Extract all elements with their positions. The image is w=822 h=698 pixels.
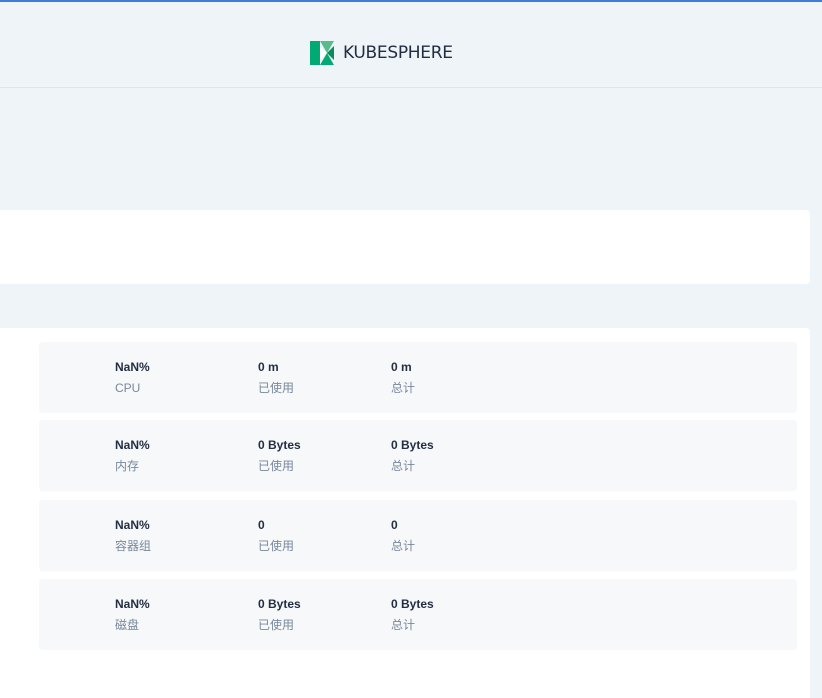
cpu-total-metric: 0 m 总计 xyxy=(391,359,415,396)
pods-used-value: 0 xyxy=(258,518,265,532)
logo-text: KUBESPHERE xyxy=(343,43,453,63)
disk-used-metric: 0 Bytes 已使用 xyxy=(258,596,301,633)
pods-label: 容器组 xyxy=(115,539,152,553)
disk-percent-metric: NaN% 磁盘 xyxy=(115,596,150,633)
cpu-label: CPU xyxy=(115,381,141,395)
resource-row-cpu: NaN% CPU 0 m 已使用 0 m 总计 xyxy=(39,342,797,413)
pods-total-value: 0 xyxy=(391,518,398,532)
cpu-percent-metric: NaN% CPU xyxy=(115,359,150,396)
pods-total-metric: 0 总计 xyxy=(391,517,415,554)
header-bar: KUBESPHERE xyxy=(0,2,822,88)
disk-total-label: 总计 xyxy=(391,618,416,632)
kubesphere-logo[interactable]: KUBESPHERE xyxy=(307,38,453,68)
right-gutter xyxy=(810,88,822,698)
pods-used-metric: 0 已使用 xyxy=(258,517,294,554)
info-card xyxy=(0,210,810,284)
memory-percent-metric: NaN% 内存 xyxy=(115,437,150,474)
memory-used-value: 0 Bytes xyxy=(258,438,301,452)
memory-used-label: 已使用 xyxy=(258,459,295,473)
cpu-used-metric: 0 m 已使用 xyxy=(258,359,294,396)
cpu-total-label: 总计 xyxy=(391,381,416,395)
pods-percent-value: NaN% xyxy=(115,518,150,532)
memory-used-metric: 0 Bytes 已使用 xyxy=(258,437,301,474)
disk-total-metric: 0 Bytes 总计 xyxy=(391,596,434,633)
pods-used-label: 已使用 xyxy=(258,539,295,553)
disk-used-value: 0 Bytes xyxy=(258,597,301,611)
disk-total-value: 0 Bytes xyxy=(391,597,434,611)
memory-percent-value: NaN% xyxy=(115,438,150,452)
pods-total-label: 总计 xyxy=(391,539,416,553)
disk-used-label: 已使用 xyxy=(258,618,295,632)
memory-total-label: 总计 xyxy=(391,459,416,473)
kubesphere-logo-icon xyxy=(310,41,334,65)
resource-usage-panel: NaN% CPU 0 m 已使用 0 m 总计 NaN% 内存 0 Bytes … xyxy=(0,328,810,698)
pods-percent-metric: NaN% 容器组 xyxy=(115,517,151,554)
disk-percent-value: NaN% xyxy=(115,597,150,611)
resource-row-memory: NaN% 内存 0 Bytes 已使用 0 Bytes 总计 xyxy=(39,420,797,491)
cpu-percent-value: NaN% xyxy=(115,360,150,374)
cpu-used-value: 0 m xyxy=(258,360,279,374)
disk-label: 磁盘 xyxy=(115,618,140,632)
resource-row-disk: NaN% 磁盘 0 Bytes 已使用 0 Bytes 总计 xyxy=(39,579,797,650)
memory-label: 内存 xyxy=(115,459,140,473)
memory-total-metric: 0 Bytes 总计 xyxy=(391,437,434,474)
cpu-total-value: 0 m xyxy=(391,360,412,374)
memory-total-value: 0 Bytes xyxy=(391,438,434,452)
cpu-used-label: 已使用 xyxy=(258,381,295,395)
resource-row-pods: NaN% 容器组 0 已使用 0 总计 xyxy=(39,500,797,571)
